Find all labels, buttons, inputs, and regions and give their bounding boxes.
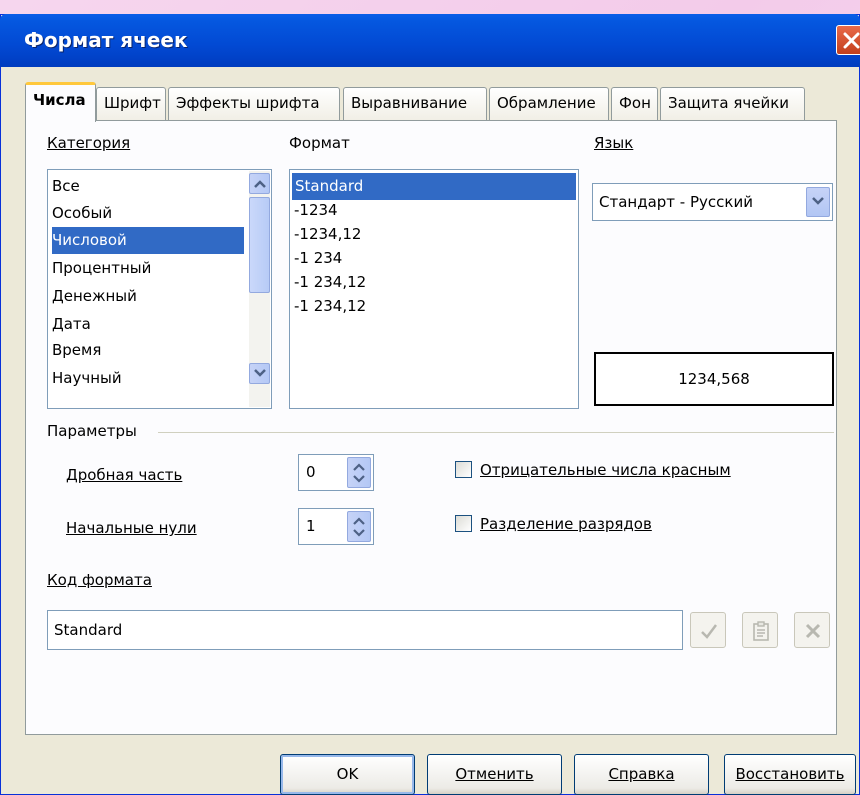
scroll-thumb[interactable] xyxy=(249,197,270,293)
list-item[interactable]: -1 234,12 xyxy=(294,293,366,320)
tab-font[interactable]: Шрифт xyxy=(96,87,166,120)
language-label: Язык xyxy=(594,134,634,152)
edit-comment-button[interactable] xyxy=(742,612,778,648)
negative-red-checkbox[interactable] xyxy=(455,461,472,478)
delete-format-button[interactable] xyxy=(794,612,830,648)
language-select[interactable]: Стандарт - Русский xyxy=(592,183,833,221)
accept-format-button[interactable] xyxy=(690,612,726,648)
negative-red-label[interactable]: Отрицательные числа красным xyxy=(480,461,731,479)
close-icon xyxy=(843,32,860,49)
tab-label: Эффекты шрифта xyxy=(176,94,320,112)
close-button[interactable] xyxy=(836,25,860,55)
format-cells-dialog: Формат ячеек Числа Шрифт Эффекты шрифта … xyxy=(0,14,860,795)
format-listbox[interactable]: Standard -1234 -1234,12 -1 234 -1 234,12… xyxy=(289,169,579,409)
spin-button[interactable] xyxy=(347,511,371,542)
dialog-title: Формат ячеек xyxy=(24,28,188,52)
chevron-down-icon xyxy=(812,197,824,205)
tab-alignment[interactable]: Выравнивание xyxy=(343,87,487,120)
leading-zeros-value: 1 xyxy=(306,517,316,535)
language-dropdown-button[interactable] xyxy=(806,187,830,217)
list-item[interactable]: -1 234 xyxy=(294,245,342,272)
tab-label: Обрамление xyxy=(497,94,596,112)
category-scrollbar[interactable] xyxy=(249,171,270,407)
tab-label: Фон xyxy=(619,94,651,112)
thousands-separator-checkbox[interactable] xyxy=(455,515,472,532)
tab-font-effects[interactable]: Эффекты шрифта xyxy=(168,87,340,120)
format-code-input[interactable]: Standard xyxy=(47,610,683,650)
list-item[interactable]: -1234 xyxy=(294,197,338,224)
help-button[interactable]: Справка xyxy=(574,754,709,795)
spin-arrows-icon xyxy=(353,517,365,537)
language-value: Стандарт - Русский xyxy=(599,193,753,211)
spin-arrows-icon xyxy=(353,463,365,483)
parameters-divider xyxy=(158,432,834,433)
leading-zeros-label: Начальные нули xyxy=(66,519,197,537)
tab-label: Выравнивание xyxy=(351,94,468,112)
format-code-value: Standard xyxy=(54,621,123,639)
category-listbox[interactable]: Все Особый Числовой Процентный Денежный … xyxy=(47,169,272,409)
list-item[interactable]: Научный xyxy=(52,365,122,392)
list-item[interactable]: Время xyxy=(52,337,101,364)
tab-borders[interactable]: Обрамление xyxy=(489,87,609,120)
reset-button[interactable]: Восстановить xyxy=(724,754,856,795)
tab-label: Шрифт xyxy=(104,94,161,112)
list-item[interactable]: -1 234,12 xyxy=(294,269,366,296)
parameters-label: Параметры xyxy=(47,422,137,440)
list-item[interactable]: Особый xyxy=(52,200,112,227)
spin-button[interactable] xyxy=(347,457,371,488)
list-item[interactable]: Денежный xyxy=(52,283,137,310)
clipboard-icon xyxy=(753,621,769,641)
list-item[interactable]: Процентный xyxy=(52,255,151,282)
checkmark-icon xyxy=(701,624,717,639)
format-label: Формат xyxy=(289,134,350,152)
chevron-down-icon xyxy=(254,369,266,377)
ok-button[interactable]: OK xyxy=(280,754,415,795)
tab-label: Защита ячейки xyxy=(668,94,790,112)
list-item[interactable]: -1234,12 xyxy=(294,221,361,248)
cancel-button[interactable]: Отменить xyxy=(427,754,562,795)
tab-background[interactable]: Фон xyxy=(611,87,658,120)
scroll-up-button[interactable] xyxy=(249,173,270,194)
tab-numbers[interactable]: Числа xyxy=(25,82,96,122)
decimal-places-stepper[interactable]: 0 xyxy=(298,454,374,491)
format-preview: 1234,568 xyxy=(594,352,834,406)
tab-cell-protection[interactable]: Защита ячейки xyxy=(660,87,805,120)
decimal-places-value: 0 xyxy=(306,463,316,481)
list-item-selected[interactable]: Числовой xyxy=(52,227,244,254)
list-item[interactable]: Все xyxy=(52,173,80,200)
delete-x-icon xyxy=(805,623,821,639)
decimal-places-label: Дробная часть xyxy=(66,466,183,484)
list-item[interactable]: Дата xyxy=(52,311,91,338)
thousands-separator-label[interactable]: Разделение разрядов xyxy=(480,515,652,533)
tab-label: Числа xyxy=(33,91,86,109)
leading-zeros-stepper[interactable]: 1 xyxy=(298,508,374,545)
scroll-down-button[interactable] xyxy=(249,363,270,384)
chevron-up-icon xyxy=(254,180,266,188)
title-bar[interactable]: Формат ячеек xyxy=(0,14,860,67)
list-item-selected[interactable]: Standard xyxy=(292,173,576,200)
format-code-label: Код формата xyxy=(47,571,152,589)
category-label: Категория xyxy=(47,134,131,152)
